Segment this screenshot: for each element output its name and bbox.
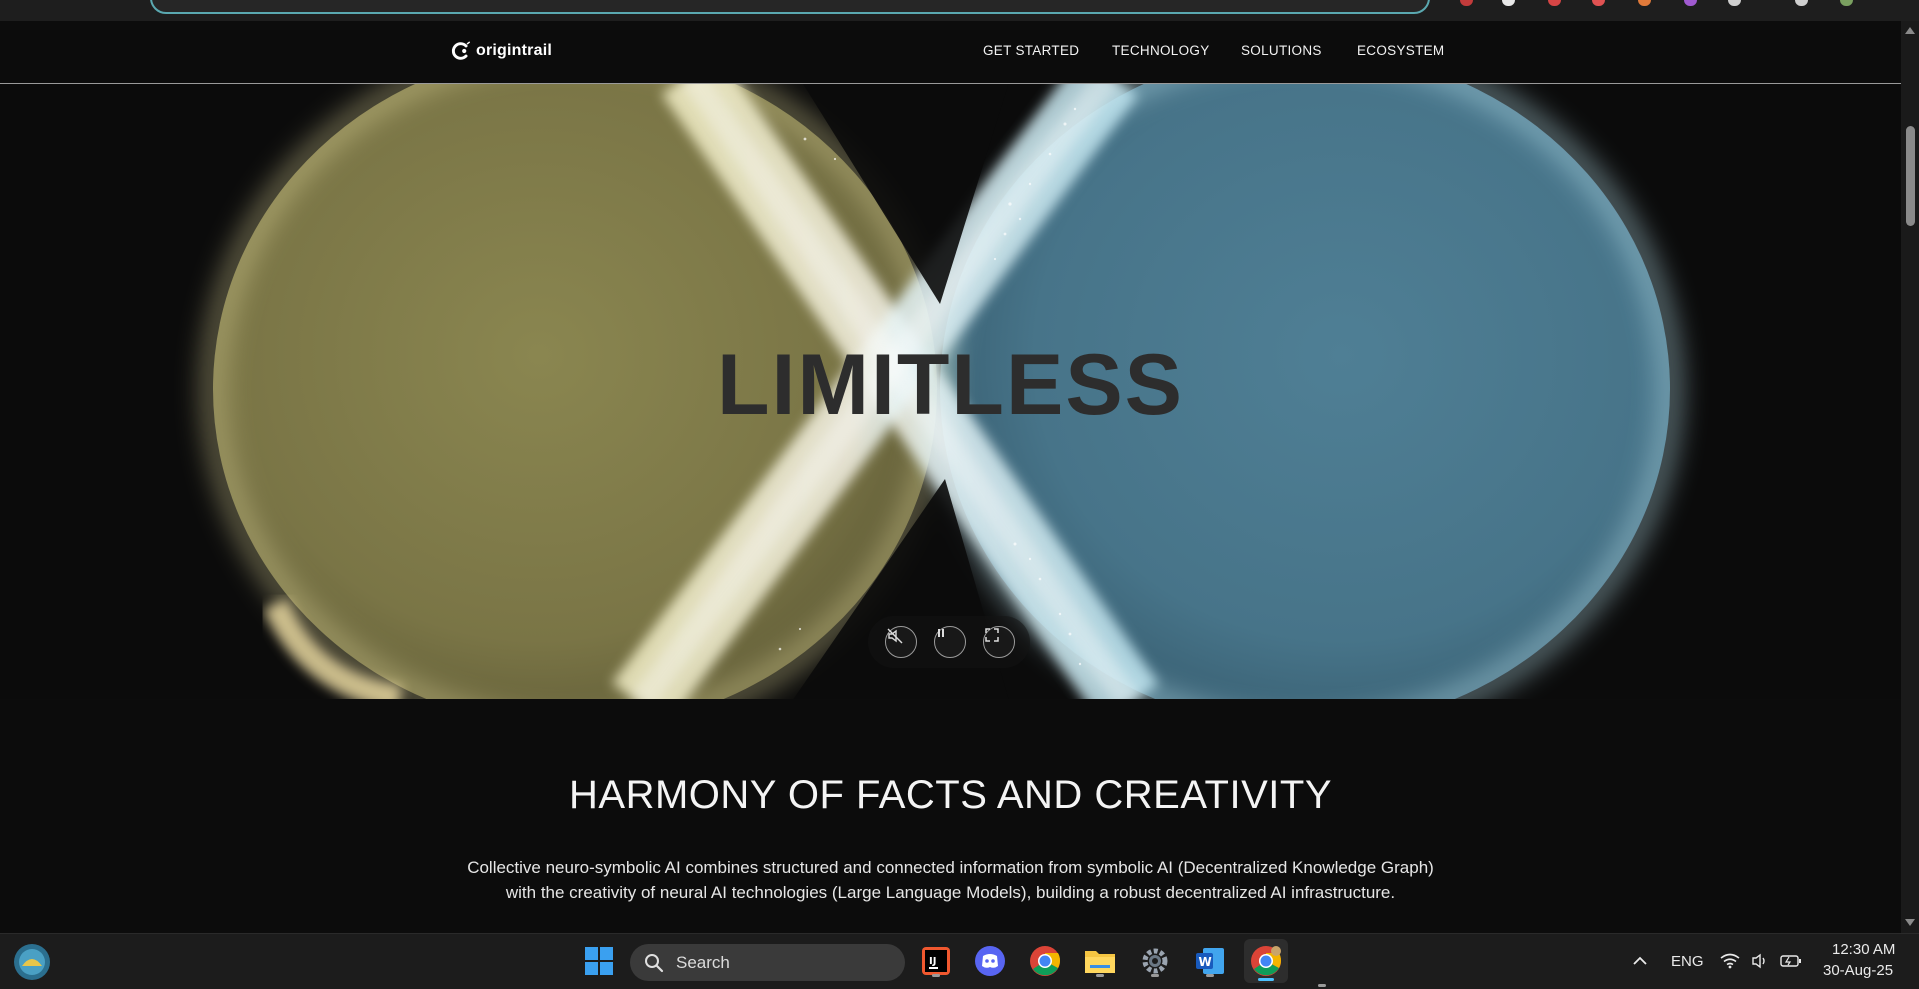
volume-icon[interactable] <box>1745 943 1775 979</box>
search-label: Search <box>676 952 730 972</box>
section-paragraph-line2: with the creativity of neural AI technol… <box>505 883 1396 902</box>
extension-icon[interactable] <box>1638 0 1651 6</box>
fullscreen-button[interactable] <box>983 626 1015 658</box>
extension-icon[interactable] <box>1684 0 1697 6</box>
chevron-up-icon[interactable] <box>1622 943 1658 979</box>
settings-icon[interactable] <box>1137 943 1173 979</box>
extension-icon[interactable] <box>1502 0 1515 6</box>
mute-icon <box>887 628 903 644</box>
nav-ecosystem[interactable]: ECOSYSTEM <box>1357 43 1444 58</box>
extension-icon[interactable] <box>1460 0 1473 6</box>
profile-avatar[interactable] <box>1840 0 1853 6</box>
widgets-icon[interactable] <box>12 942 52 982</box>
chrome-active-icon[interactable] <box>1244 939 1288 983</box>
logo-text: origintrail <box>476 42 552 59</box>
extension-icon[interactable] <box>1548 0 1561 6</box>
hero-video[interactable]: LIMITLESS <box>0 84 1901 699</box>
clock-time[interactable]: 12:30 AM <box>1832 941 1895 958</box>
nav-get-started[interactable]: GET STARTED <box>983 43 1079 58</box>
section-paragraph-line1: Collective neuro-symbolic AI combines st… <box>467 858 1434 877</box>
page-scrollbar[interactable] <box>1901 21 1919 933</box>
web-page: origintrail GET STARTED TECHNOLOGY SOLUT… <box>0 21 1901 933</box>
browser-toolbar <box>0 0 1919 21</box>
svg-text:W: W <box>1199 955 1212 969</box>
fullscreen-icon <box>985 628 999 642</box>
hero-title: LIMITLESS <box>716 337 1185 433</box>
scroll-up-arrow[interactable] <box>1905 27 1915 34</box>
battery-icon[interactable] <box>1775 943 1807 979</box>
tab-search-icon[interactable] <box>1795 0 1808 6</box>
taskbar-indicator <box>1318 984 1326 987</box>
svg-text:IJ: IJ <box>929 956 936 967</box>
address-bar[interactable] <box>150 0 1430 14</box>
clock-date[interactable]: 30-Aug-25 <box>1823 962 1893 979</box>
origintrail-logo-icon <box>451 41 470 60</box>
windows-start-icon[interactable] <box>581 943 617 979</box>
windows-taskbar: Search IJ W ENG 12:30 AM 30-Aug-25 <box>0 933 1919 989</box>
extension-icon[interactable] <box>1592 0 1605 6</box>
discord-icon[interactable] <box>972 943 1008 979</box>
scrollbar-thumb[interactable] <box>1906 126 1915 226</box>
language-indicator[interactable]: ENG <box>1671 953 1704 970</box>
word-icon[interactable]: W <box>1192 943 1228 979</box>
site-navbar: origintrail GET STARTED TECHNOLOGY SOLUT… <box>0 21 1901 84</box>
pause-button[interactable] <box>934 626 966 658</box>
nav-solutions[interactable]: SOLUTIONS <box>1241 43 1322 58</box>
section-heading: HARMONY OF FACTS AND CREATIVITY <box>569 773 1332 817</box>
site-logo[interactable]: origintrail <box>450 40 552 62</box>
mute-button[interactable] <box>885 626 917 658</box>
extension-icon[interactable] <box>1728 0 1741 6</box>
scroll-down-arrow[interactable] <box>1905 919 1915 926</box>
nav-technology[interactable]: TECHNOLOGY <box>1112 43 1210 58</box>
intellij-icon[interactable]: IJ <box>918 943 954 979</box>
chrome-icon[interactable] <box>1027 943 1063 979</box>
taskbar-search[interactable]: Search <box>630 944 905 981</box>
video-controls <box>868 616 1030 668</box>
file-explorer-icon[interactable] <box>1082 943 1118 979</box>
wifi-icon[interactable] <box>1715 943 1745 979</box>
pause-icon <box>938 629 944 637</box>
search-icon <box>645 953 664 972</box>
